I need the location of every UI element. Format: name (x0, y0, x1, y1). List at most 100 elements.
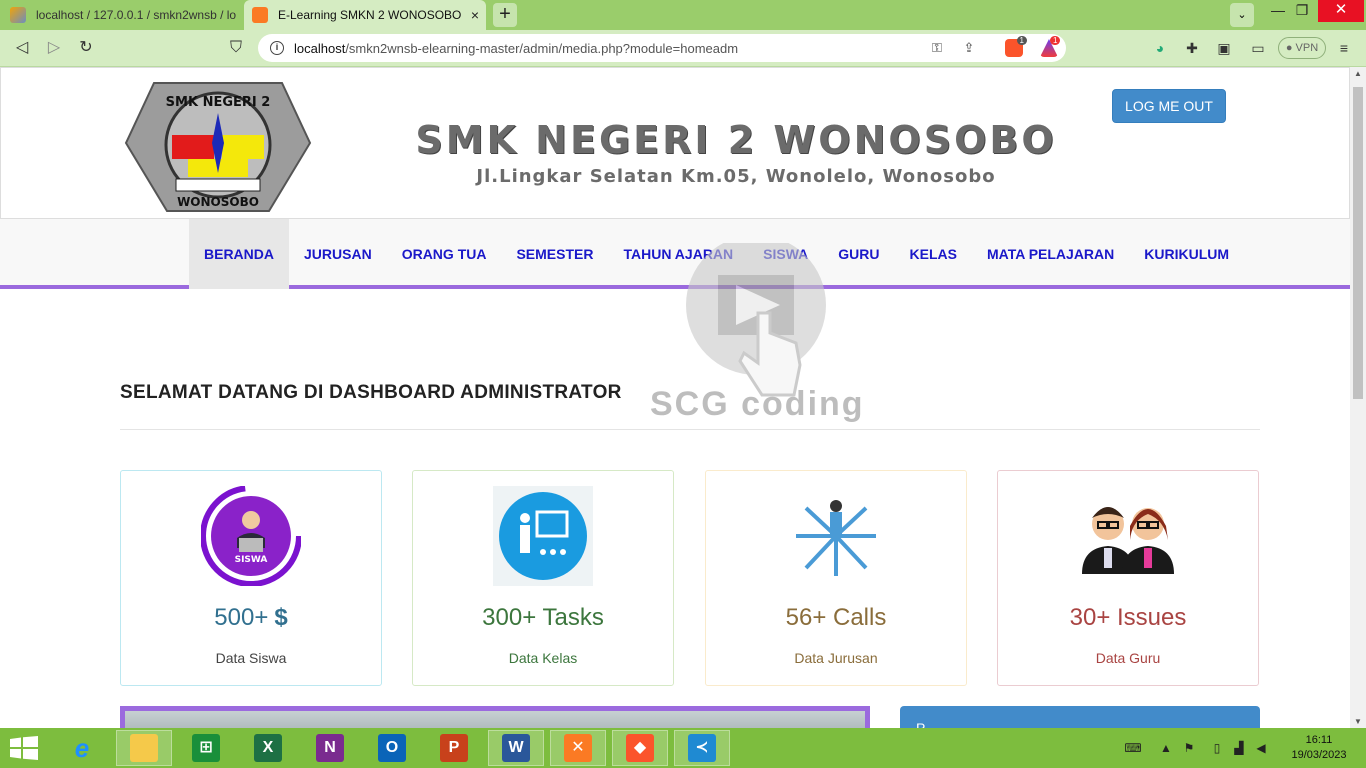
bookmark-icon[interactable]: ⛉ (226, 38, 246, 58)
nav-item-orang-tua[interactable]: ORANG TUA (387, 219, 502, 289)
tab-search-icon[interactable]: ⌄ (1230, 3, 1254, 27)
nav-item-kelas[interactable]: KELAS (895, 219, 972, 289)
scroll-up-icon[interactable]: ▲ (1350, 69, 1366, 78)
brave-shields-icon[interactable]: 1 (1005, 36, 1027, 57)
new-tab-button[interactable]: + (493, 3, 517, 27)
stat-label: Data Siswa (215, 650, 287, 666)
stat-label: Data Jurusan (794, 650, 878, 666)
clock-time: 16:11 (1305, 734, 1333, 746)
vscode-icon: ≺ (688, 734, 716, 762)
menu-icon[interactable]: ≡ (1334, 38, 1354, 58)
word-icon: W (502, 734, 530, 762)
web-page: SMK NEGERI 2 WONOSOBO SMK NEGERI 2 WONOS… (0, 67, 1350, 728)
taskbar-excel[interactable]: X (240, 730, 296, 766)
classroom-icon (493, 486, 593, 586)
page-title: SELAMAT DATANG DI DASHBOARD ADMINISTRATO… (120, 382, 622, 403)
store-icon: ⊞ (192, 734, 220, 762)
site-info-icon[interactable]: i (270, 41, 284, 55)
xampp-icon: ✕ (564, 734, 592, 762)
stat-card-jurusan[interactable]: 56+ Calls Data Jurusan (705, 470, 967, 686)
school-name: SMK NEGERI 2 WONOSOBO (415, 118, 1057, 162)
key-icon[interactable]: ⚿ (926, 38, 948, 58)
nav-item-beranda[interactable]: BERANDA (189, 219, 289, 289)
xampp-icon (252, 7, 268, 23)
folder-icon (130, 734, 158, 762)
site-header: SMK NEGERI 2 WONOSOBO SMK NEGERI 2 WONOS… (0, 67, 1350, 219)
excel-icon: X (254, 734, 282, 762)
taskbar-powerpoint[interactable]: P (426, 730, 482, 766)
url-bar[interactable]: i localhost/smkn2wnsb-elearning-master/a… (258, 34, 1066, 62)
side-panel: P (900, 706, 1260, 728)
nav-item-semester[interactable]: SEMESTER (501, 219, 608, 289)
taskbar-outlook[interactable]: O (364, 730, 420, 766)
taskbar-xampp[interactable]: ✕ (550, 730, 606, 766)
powerpoint-icon: P (440, 734, 468, 762)
url-host: localhost (294, 40, 346, 56)
keyboard-icon[interactable]: ⌨ (1118, 738, 1148, 758)
nav-item-kurikulum[interactable]: KURIKULUM (1129, 219, 1244, 289)
close-tab-icon[interactable]: × (464, 7, 486, 23)
student-icon: SISWA (201, 486, 301, 586)
tab-phpmyadmin[interactable]: localhost / 127.0.0.1 / smkn2wnsb / lo (0, 0, 240, 30)
brave-icon: ◆ (626, 734, 654, 762)
volume-icon[interactable]: ◀ (1252, 738, 1270, 758)
stat-label: Data Guru (1095, 650, 1161, 666)
windows-start-icon[interactable] (10, 736, 38, 760)
internet-explorer-icon: e (74, 733, 90, 763)
extensions-icon[interactable]: ✚ (1182, 38, 1202, 58)
taskbar-internet-explorer[interactable]: e (54, 730, 110, 766)
logout-button[interactable]: LOG ME OUT (1112, 89, 1226, 123)
system-clock[interactable]: 16:11 19/03/2023 (1286, 733, 1352, 763)
stat-number: 500+ (214, 604, 269, 631)
share-icon[interactable]: ⇪ (958, 38, 980, 58)
network-icon[interactable]: ▟ (1230, 738, 1248, 758)
stat-card-kelas[interactable]: 300+ Tasks Data Kelas (412, 470, 674, 686)
image-slider[interactable] (120, 706, 870, 728)
stat-card-siswa[interactable]: SISWA 500+ $ Data Siswa (120, 470, 382, 686)
graduate-paths-icon (796, 500, 876, 576)
panel-title: P (916, 720, 926, 728)
taskbar-brave[interactable]: ◆ (612, 730, 668, 766)
vpn-button[interactable]: ● VPN (1278, 37, 1326, 59)
nav-item-jurusan[interactable]: JURUSAN (289, 219, 387, 289)
brave-badge: 1 (1016, 36, 1027, 45)
tab-title: E-Learning SMKN 2 WONOSOBO (278, 8, 462, 22)
scrollbar-thumb[interactable] (1353, 87, 1363, 399)
clock-date: 19/03/2023 (1291, 749, 1347, 761)
logo-bottom-text: WONOSOBO (177, 195, 259, 209)
taskbar-store[interactable]: ⊞ (178, 730, 234, 766)
show-hidden-icons-icon[interactable]: ▲ (1158, 738, 1174, 758)
wallet-extension-icon[interactable]: ◕ (1150, 38, 1170, 58)
taskbar-file-explorer[interactable] (116, 730, 172, 766)
tab-elearning[interactable]: E-Learning SMKN 2 WONOSOBO × (244, 0, 486, 30)
back-icon[interactable]: ◁ (12, 38, 32, 58)
school-address: Jl.Lingkar Selatan Km.05, Wonolelo, Wono… (476, 166, 996, 187)
wallet-icon[interactable]: ▭ (1248, 38, 1268, 58)
tab-title: localhost / 127.0.0.1 / smkn2wnsb / lo (36, 8, 237, 22)
reload-icon[interactable]: ↻ (76, 38, 96, 58)
taskbar-word[interactable]: W (488, 730, 544, 766)
windows-taskbar: e ⊞ X N O P W ✕ ◆ ≺ ⌨ ▲ ⚑ ▯ ▟ ◀ 16:11 19… (0, 728, 1366, 768)
taskbar-onenote[interactable]: N (302, 730, 358, 766)
outlook-icon: O (378, 734, 406, 762)
sidebar-icon[interactable]: ▣ (1214, 38, 1234, 58)
browser-tab-bar: localhost / 127.0.0.1 / smkn2wnsb / lo E… (0, 0, 1366, 30)
stat-number: 30+ Issues (1069, 604, 1187, 631)
stat-card-guru[interactable]: 30+ Issues Data Guru (997, 470, 1259, 686)
stat-number: 56+ Calls (785, 604, 887, 631)
taskbar-vscode[interactable]: ≺ (674, 730, 730, 766)
forward-icon[interactable]: ▷ (44, 38, 64, 58)
school-logo: SMK NEGERI 2 WONOSOBO (124, 82, 312, 212)
page-scrollbar[interactable]: ▲ ▼ (1350, 67, 1366, 728)
onenote-icon: N (316, 734, 344, 762)
teachers-icon (1082, 507, 1174, 574)
nav-item-mata-pelajaran[interactable]: MATA PELAJARAN (972, 219, 1129, 289)
scroll-down-icon[interactable]: ▼ (1350, 717, 1366, 726)
stat-number: 300+ Tasks (482, 604, 604, 631)
siswa-badge: SISWA (235, 555, 268, 565)
battery-icon[interactable]: ▯ (1208, 738, 1226, 758)
stat-label: Data Kelas (508, 650, 578, 666)
close-window-icon[interactable]: ✕ (1318, 0, 1364, 22)
flag-icon[interactable]: ⚑ (1180, 738, 1198, 758)
divider (120, 429, 1260, 430)
